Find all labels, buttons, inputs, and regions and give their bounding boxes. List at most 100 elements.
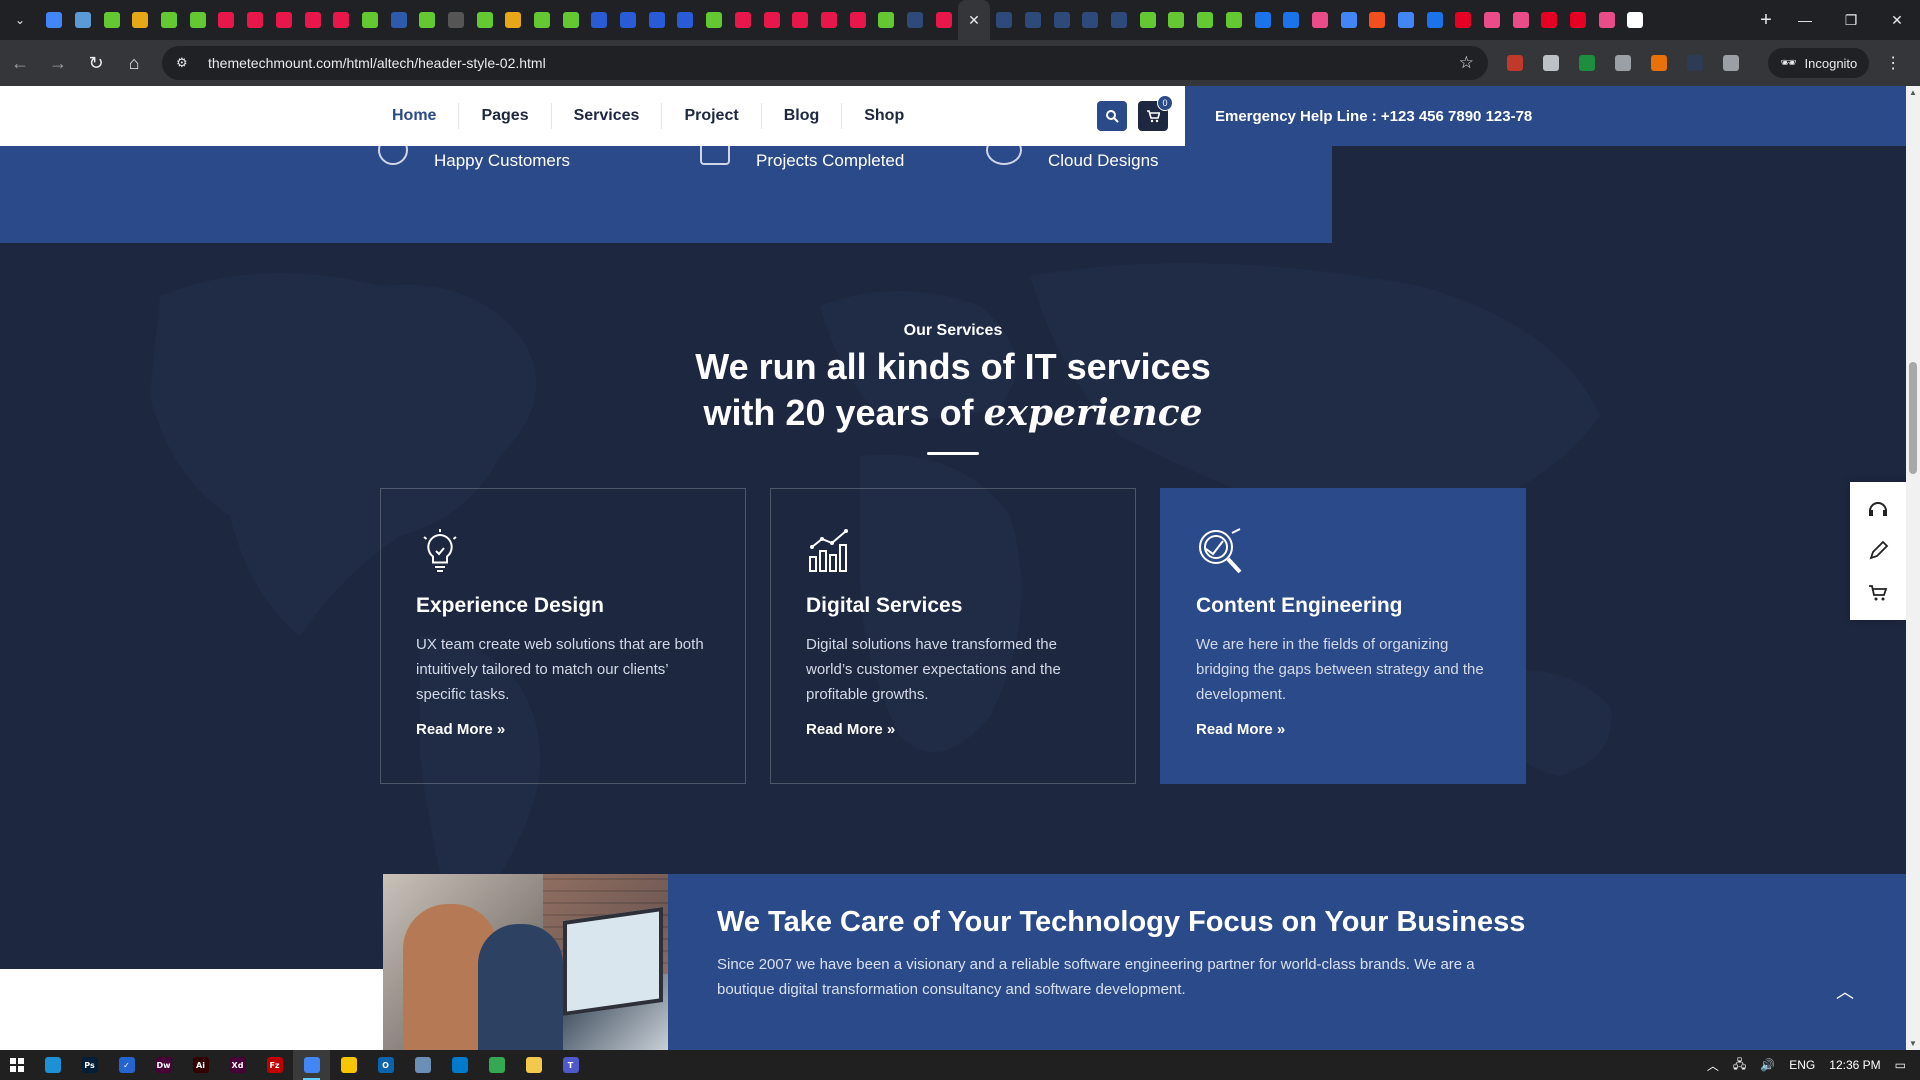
browser-tab[interactable] xyxy=(356,0,385,40)
bookmark-star-icon[interactable]: ☆ xyxy=(1459,53,1474,73)
browser-tab[interactable] xyxy=(69,0,98,40)
service-card-digital-services[interactable]: Digital Services Digital solutions have … xyxy=(770,488,1136,784)
taskbar-app-dreamweaver[interactable]: Dw xyxy=(145,1050,182,1080)
browser-tab[interactable] xyxy=(843,0,872,40)
taskbar-app-teams[interactable]: T xyxy=(552,1050,589,1080)
browser-tab[interactable] xyxy=(1105,0,1134,40)
browser-tab[interactable] xyxy=(786,0,815,40)
browser-tab[interactable] xyxy=(1621,0,1650,40)
clock[interactable]: 12:36 PM xyxy=(1829,1058,1880,1072)
browser-tab[interactable] xyxy=(901,0,930,40)
browser-tab[interactable] xyxy=(1191,0,1220,40)
browser-tab[interactable] xyxy=(1076,0,1105,40)
browser-tab[interactable] xyxy=(1047,0,1076,40)
browser-tab[interactable] xyxy=(585,0,614,40)
service-card-experience-design[interactable]: Experience Design UX team create web sol… xyxy=(380,488,746,784)
tray-chevron-up-icon[interactable]: ︿ xyxy=(1707,1057,1719,1074)
browser-tab[interactable] xyxy=(1420,0,1449,40)
volume-icon[interactable]: 🔊 xyxy=(1760,1058,1775,1072)
browser-tab[interactable] xyxy=(1019,0,1048,40)
notification-icon[interactable]: ▭ xyxy=(1895,1058,1906,1072)
browser-tab[interactable] xyxy=(298,0,327,40)
browser-tab[interactable] xyxy=(1392,0,1421,40)
browser-tab[interactable] xyxy=(1277,0,1306,40)
browser-tab[interactable] xyxy=(212,0,241,40)
browser-tab[interactable] xyxy=(1564,0,1593,40)
read-more-link[interactable]: Read More » xyxy=(806,721,895,738)
tab-search-chevron-icon[interactable]: ⌄ xyxy=(0,0,40,40)
browser-tab[interactable] xyxy=(671,0,700,40)
taskbar-app-notepad[interactable] xyxy=(404,1050,441,1080)
nav-pages[interactable]: Pages xyxy=(459,103,552,129)
browser-tab[interactable] xyxy=(413,0,442,40)
extension-icon[interactable] xyxy=(1502,50,1528,76)
browser-tab[interactable] xyxy=(815,0,844,40)
nav-project[interactable]: Project xyxy=(662,103,762,129)
scroll-to-top-chevron-icon[interactable]: ︿ xyxy=(1836,978,1854,1004)
taskbar-app-xd[interactable]: Xd xyxy=(219,1050,256,1080)
browser-tab[interactable] xyxy=(1133,0,1162,40)
nav-shop[interactable]: Shop xyxy=(842,103,926,129)
extension-icon[interactable] xyxy=(1574,50,1600,76)
browser-tab[interactable] xyxy=(97,0,126,40)
scrollbar-thumb[interactable] xyxy=(1909,362,1917,474)
browser-tab[interactable] xyxy=(470,0,499,40)
read-more-link[interactable]: Read More » xyxy=(416,721,505,738)
forward-button[interactable]: → xyxy=(40,45,76,81)
service-card-content-engineering[interactable]: Content Engineering We are here in the f… xyxy=(1160,488,1526,784)
read-more-link[interactable]: Read More » xyxy=(1196,721,1285,738)
extension-icon[interactable] xyxy=(1646,50,1672,76)
taskbar-app-illustrator[interactable]: Ai xyxy=(182,1050,219,1080)
browser-tab[interactable] xyxy=(270,0,299,40)
home-button[interactable]: ⌂ xyxy=(116,45,152,81)
back-button[interactable]: ← xyxy=(2,45,38,81)
nav-services[interactable]: Services xyxy=(552,103,663,129)
taskbar-app-chrome[interactable] xyxy=(293,1050,330,1080)
active-browser-tab[interactable]: ✕ xyxy=(958,0,990,40)
scroll-down-arrow-icon[interactable]: ▼ xyxy=(1909,1039,1917,1048)
cart-icon[interactable] xyxy=(1865,580,1891,606)
browser-tab[interactable] xyxy=(327,0,356,40)
camera-extension-icon[interactable] xyxy=(1610,50,1636,76)
taskbar-app-edge[interactable] xyxy=(34,1050,71,1080)
site-info-icon[interactable]: ⚙ xyxy=(176,55,196,71)
browser-tab[interactable] xyxy=(40,0,69,40)
language-indicator[interactable]: ENG xyxy=(1789,1058,1815,1072)
taskbar-app-photoshop[interactable]: Ps xyxy=(71,1050,108,1080)
address-bar[interactable]: ⚙ themetechmount.com/html/altech/header-… xyxy=(162,46,1488,80)
browser-tab[interactable] xyxy=(990,0,1019,40)
browser-tab[interactable] xyxy=(1306,0,1335,40)
pencil-icon[interactable] xyxy=(1865,538,1891,564)
browser-tab[interactable] xyxy=(1162,0,1191,40)
taskbar-app-chrome-2[interactable] xyxy=(478,1050,515,1080)
browser-tab[interactable] xyxy=(499,0,528,40)
taskbar-app-sticky-notes[interactable] xyxy=(330,1050,367,1080)
browser-tab[interactable] xyxy=(183,0,212,40)
browser-tab[interactable] xyxy=(126,0,155,40)
browser-tab[interactable] xyxy=(1334,0,1363,40)
page-scrollbar[interactable]: ▲ ▼ xyxy=(1906,86,1920,1050)
puzzle-extensions-icon[interactable] xyxy=(1718,50,1744,76)
close-tab-icon[interactable]: ✕ xyxy=(968,12,980,29)
taskbar-app-vscode[interactable] xyxy=(441,1050,478,1080)
browser-tab[interactable] xyxy=(1363,0,1392,40)
browser-tab[interactable] xyxy=(729,0,758,40)
minimize-button[interactable]: — xyxy=(1782,0,1828,40)
browser-tab[interactable] xyxy=(929,0,958,40)
url-text[interactable]: themetechmount.com/html/altech/header-st… xyxy=(208,55,1459,71)
support-headset-icon[interactable] xyxy=(1865,496,1891,522)
browser-tab[interactable] xyxy=(1478,0,1507,40)
taskbar-app-filezilla[interactable]: Fz xyxy=(256,1050,293,1080)
header-cart-button[interactable]: 0 xyxy=(1138,95,1173,131)
browser-tab[interactable] xyxy=(642,0,671,40)
new-tab-button[interactable]: + xyxy=(1750,0,1782,40)
taskbar-app-file-explorer[interactable] xyxy=(515,1050,552,1080)
browser-tab[interactable] xyxy=(1592,0,1621,40)
scroll-up-arrow-icon[interactable]: ▲ xyxy=(1909,88,1917,97)
header-search-button[interactable] xyxy=(1097,101,1127,131)
network-icon[interactable]: 🖧 xyxy=(1733,1055,1746,1076)
browser-tab[interactable] xyxy=(1506,0,1535,40)
browser-tab[interactable] xyxy=(1220,0,1249,40)
taskbar-app-outlook[interactable]: O xyxy=(367,1050,404,1080)
browser-menu-icon[interactable]: ⋮ xyxy=(1885,53,1901,73)
